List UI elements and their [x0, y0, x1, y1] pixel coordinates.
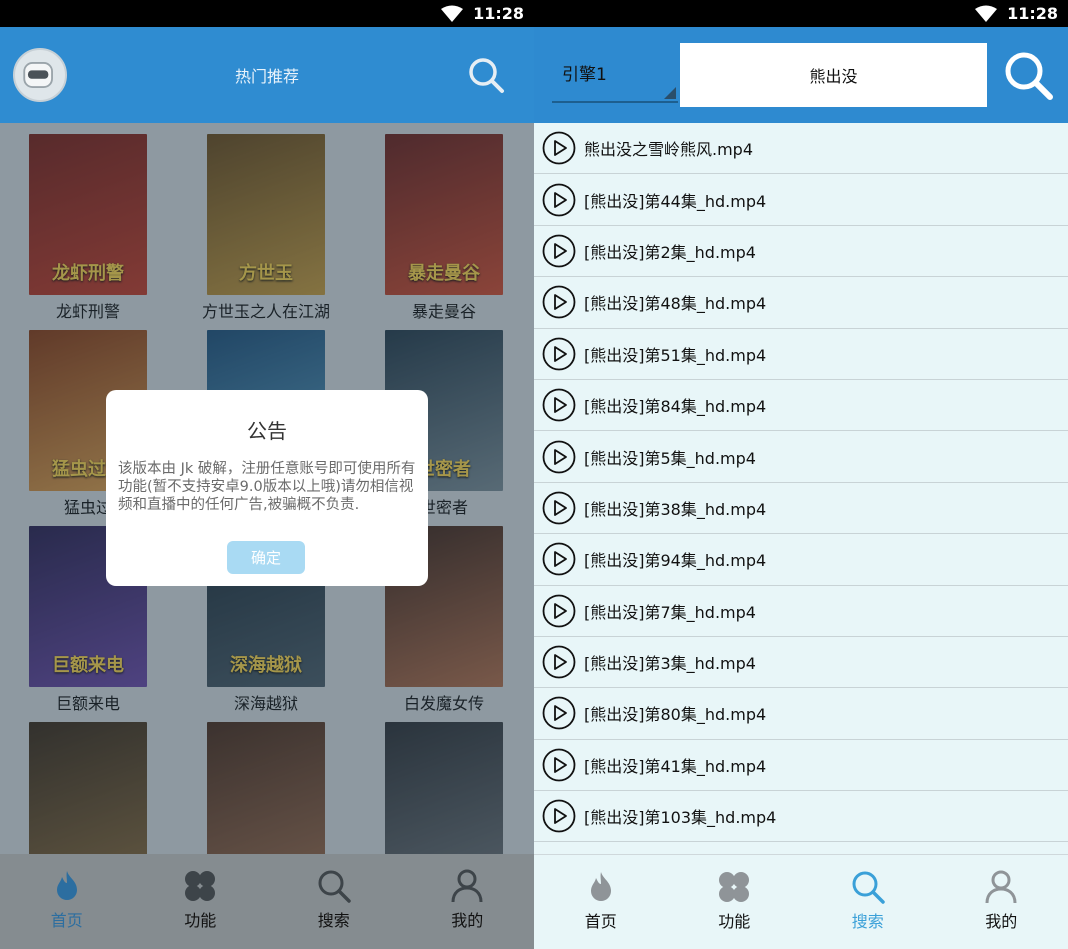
list-item[interactable]: [熊出没]第38集_hd.mp4	[534, 483, 1068, 535]
tab-home[interactable]: 首页	[0, 854, 134, 949]
file-name: [熊出没]第3集_hd.mp4	[584, 654, 756, 674]
top-bar: 热门推荐	[0, 27, 534, 123]
file-name: [熊出没]第103集_hd.mp4	[584, 808, 777, 828]
tab-label: 功能	[718, 912, 751, 931]
play-icon	[542, 440, 576, 473]
search-icon	[852, 871, 885, 904]
search-icon[interactable]	[466, 55, 506, 95]
file-name: [熊出没]第84集_hd.mp4	[584, 397, 767, 417]
list-item[interactable]: [熊出没]第3集_hd.mp4	[534, 637, 1068, 689]
file-name: [熊出没]第41集_hd.mp4	[584, 756, 767, 776]
confirm-button[interactable]: 确定	[227, 541, 305, 574]
clover-icon	[719, 872, 750, 902]
file-name: [熊出没]第51集_hd.mp4	[584, 345, 767, 365]
dialog-title: 公告	[247, 419, 287, 443]
status-time: 11:28	[1007, 4, 1058, 23]
file-name: [熊出没]第38集_hd.mp4	[584, 499, 767, 519]
file-name: [熊出没]第5集_hd.mp4	[584, 448, 756, 468]
tab-label: 首页	[584, 912, 617, 931]
file-name: [熊出没]第44集_hd.mp4	[584, 191, 767, 211]
play-icon	[542, 131, 576, 165]
tab-home[interactable]: 首页	[534, 855, 668, 949]
result-list: 熊出没之雪岭熊风.mp4 [熊出没]第44集_hd.mp4 [熊出没]第2集_h…	[534, 123, 1068, 854]
dropdown-arrow-icon	[664, 87, 676, 99]
tab-features[interactable]: 功能	[668, 855, 802, 949]
list-item[interactable]: [熊出没]第44集_hd.mp4	[534, 174, 1068, 226]
list-item[interactable]: [熊出没]第94集_hd.mp4	[534, 534, 1068, 586]
play-icon	[542, 645, 576, 679]
search-icon	[318, 870, 351, 903]
dialog-message: 该版本由 Jk 破解，注册任意账号即可使用所有功能(暂不支持安卓9.0版本以上哦…	[118, 461, 416, 513]
wifi-icon	[441, 5, 464, 22]
wifi-icon	[975, 5, 998, 22]
tab-profile[interactable]: 我的	[935, 855, 1068, 949]
clover-icon	[185, 871, 216, 901]
search-bar: 引擎1	[534, 27, 1068, 123]
status-bar: 11:28	[534, 0, 1068, 27]
list-item[interactable]: [熊出没]第7集_hd.mp4	[534, 586, 1068, 637]
search-icon[interactable]	[1002, 49, 1054, 101]
list-item[interactable]: [熊出没]第5集_hd.mp4	[534, 431, 1068, 483]
tab-label: 功能	[184, 911, 217, 930]
play-icon	[542, 285, 576, 319]
list-item[interactable]: [熊出没]第84集_hd.mp4	[534, 380, 1068, 432]
status-bar: 11:28	[0, 0, 534, 27]
file-name: 熊出没之雪岭熊风.mp4	[584, 140, 754, 160]
bottom-nav: 首页 功能 搜索 我的	[534, 854, 1068, 949]
play-icon	[542, 183, 576, 216]
tab-label: 我的	[451, 911, 484, 930]
tab-search[interactable]: 搜索	[267, 854, 401, 949]
play-icon	[542, 799, 576, 833]
page-title: 热门推荐	[234, 67, 299, 86]
engine-dropdown[interactable]: 引擎1	[552, 49, 678, 103]
tab-search[interactable]: 搜索	[801, 855, 935, 949]
play-icon	[542, 594, 576, 628]
engine-value: 引擎1	[562, 65, 607, 85]
play-icon	[542, 491, 576, 525]
file-name: [熊出没]第94集_hd.mp4	[584, 551, 767, 571]
play-icon	[542, 748, 576, 782]
tab-profile[interactable]: 我的	[401, 854, 535, 949]
play-icon	[542, 542, 576, 576]
play-icon	[542, 697, 576, 730]
list-item[interactable]: [熊出没]第103集_hd.mp4	[534, 791, 1068, 843]
list-item[interactable]: [熊出没]第51集_hd.mp4	[534, 329, 1068, 380]
file-name: [熊出没]第80集_hd.mp4	[584, 705, 767, 725]
bottom-nav: 首页 功能 搜索 我的	[0, 854, 534, 949]
list-item[interactable]: [熊出没]第41集_hd.mp4	[534, 740, 1068, 792]
user-icon	[985, 870, 1017, 904]
file-name: [熊出没]第48集_hd.mp4	[584, 294, 767, 314]
tab-features[interactable]: 功能	[134, 854, 268, 949]
flame-icon	[590, 872, 611, 901]
play-icon	[542, 337, 576, 371]
announcement-dialog: 公告 该版本由 Jk 破解，注册任意账号即可使用所有功能(暂不支持安卓9.0版本…	[106, 390, 428, 586]
list-item[interactable]: [熊出没]第48集_hd.mp4	[534, 277, 1068, 329]
list-item[interactable]: 熊出没之雪岭熊风.mp4	[534, 123, 1068, 175]
search-screen: 11:28 引擎1 熊出没之雪岭熊风.mp4 [熊出没]第44集_hd.mp4 …	[534, 0, 1068, 949]
file-name: [熊出没]第2集_hd.mp4	[584, 242, 756, 262]
user-icon	[451, 869, 483, 903]
list-item[interactable]: [熊出没]第2集_hd.mp4	[534, 226, 1068, 278]
file-name: [熊出没]第7集_hd.mp4	[584, 602, 756, 622]
home-screen: 11:28 热门推荐 龙虾刑警 龙虾刑警 方世玉 方世玉之人在江湖 暴走曼谷 暴…	[0, 0, 534, 949]
tab-label: 我的	[985, 912, 1018, 931]
tab-label: 首页	[50, 911, 83, 930]
status-time: 11:28	[473, 4, 524, 23]
play-icon	[542, 234, 576, 268]
search-input[interactable]	[680, 43, 987, 107]
tab-label: 搜索	[317, 911, 350, 930]
play-icon	[542, 388, 576, 422]
tab-label: 搜索	[851, 912, 884, 931]
list-item[interactable]: [熊出没]第80集_hd.mp4	[534, 688, 1068, 740]
flame-icon	[56, 871, 77, 900]
